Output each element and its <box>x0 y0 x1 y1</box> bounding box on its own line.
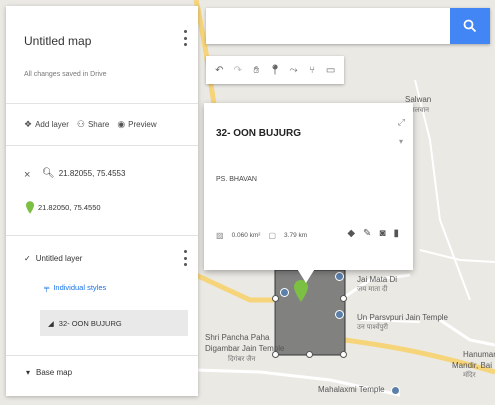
camera-icon[interactable]: ◙ <box>379 228 385 239</box>
feature-info-card: 32- OON BUJURG ⤢ ▾ PS. BHAVAN ▨ 0.060 km… <box>204 103 413 283</box>
map-label-mahalaxmi: Mahalaxmi Temple <box>318 385 385 394</box>
undo-icon[interactable]: ↶ <box>212 65 226 76</box>
eye-icon: ◉ <box>117 119 126 129</box>
poi-marker[interactable] <box>335 310 344 319</box>
map-label-mandir-hindi: मंदिर <box>463 372 476 379</box>
measure-icon[interactable]: ▭ <box>324 65 338 76</box>
feature-title: 32- OON BUJURG <box>216 128 302 139</box>
add-layer-button[interactable]: ❖ Add layer <box>24 119 69 130</box>
map-toolbar: ↶ ↷ ✋︎ 📍︎ ⤳ ⑂ ▭ <box>206 56 344 84</box>
measurements: ▨ 0.060 km² ▢ 3.79 km <box>216 231 307 240</box>
base-map-toggle[interactable]: ▾ Base map <box>26 368 72 377</box>
expand-icon[interactable]: ⤢ <box>398 117 405 128</box>
poi-marker[interactable] <box>280 288 289 297</box>
polygon-icon: ◢ <box>48 318 54 328</box>
green-pin-icon[interactable] <box>294 280 308 302</box>
directions-icon[interactable]: ⑂ <box>305 65 319 76</box>
add-person-icon: ⚇ <box>76 119 85 129</box>
map-label-un-parsvpuri-hindi: उन पार्श्वपुरी <box>357 324 388 331</box>
paint-bucket-icon[interactable]: ◆ <box>347 228 355 239</box>
save-status: All changes saved in Drive <box>24 71 107 78</box>
draw-line-icon[interactable]: ⤳ <box>287 65 301 76</box>
search-results-section: × 🔍︎ 21.82055, 75.4553 21.82050, 75.4550 <box>6 146 198 236</box>
checkmark-icon: ✓ <box>24 254 31 263</box>
map-label-un-parsvpuri: Un Parsvpuri Jain Temple <box>357 313 449 322</box>
map-options-icon[interactable] <box>180 30 190 46</box>
map-actions: ❖ Add layer ⚇ Share ◉ Preview <box>6 104 198 146</box>
map-search-bar <box>206 8 490 44</box>
layer-visibility-checkbox[interactable]: ✓ Untitled layer <box>24 254 82 263</box>
green-pin-icon <box>26 201 34 214</box>
individual-styles-link[interactable]: ╤ Individual styles <box>44 283 106 292</box>
share-button[interactable]: ⚇ Share <box>77 119 109 130</box>
poi-marker[interactable] <box>335 272 344 281</box>
search-result-item[interactable]: 21.82050, 75.4550 <box>26 201 101 214</box>
layer-section: ✓ Untitled layer ╤ Individual styles ◢ 3… <box>6 236 198 356</box>
perimeter-icon: ▢ <box>268 231 277 240</box>
polygon-vertex[interactable] <box>340 295 347 302</box>
search-icon: 🔍︎ <box>42 168 55 179</box>
edit-icon[interactable]: ✎ <box>363 228 371 239</box>
polygon-vertex[interactable] <box>340 351 347 358</box>
map-sidebar: Untitled map All changes saved in Drive … <box>6 6 198 396</box>
map-label-digambar-hindi: दिगंबर जैन <box>228 356 256 363</box>
layer-feature-item[interactable]: ◢ 32- OON BUJURG <box>40 310 188 336</box>
map-label-jai-mata: Jai Mata Di <box>357 275 398 284</box>
base-map-section: ▾ Base map <box>6 356 198 396</box>
search-icon <box>463 19 477 33</box>
area-icon: ▨ <box>216 231 224 240</box>
card-actions: ◆ ✎ ◙ ▮ <box>347 228 399 239</box>
map-label-shri-pancha: Shri Pancha Paha <box>205 333 270 342</box>
map-title-section: Untitled map All changes saved in Drive <box>6 6 198 104</box>
map-label-hanuman: Hanuman <box>463 350 495 359</box>
feature-description: PS. BHAVAN <box>216 176 257 183</box>
more-icon[interactable]: ▾ <box>399 137 403 146</box>
poi-marker[interactable] <box>391 386 400 395</box>
card-pointer <box>296 267 316 283</box>
expand-arrow-icon: ▾ <box>26 368 31 377</box>
add-marker-icon[interactable]: 📍︎ <box>268 65 282 76</box>
polygon-vertex[interactable] <box>272 351 279 358</box>
perimeter-value: 3.79 km <box>284 232 308 239</box>
map-label-jai-mata-hindi: जय माता दी <box>357 286 388 293</box>
redo-icon[interactable]: ↷ <box>231 65 245 76</box>
polygon-vertex[interactable] <box>306 351 313 358</box>
paint-roller-icon: ╤ <box>44 283 50 292</box>
map-title[interactable]: Untitled map <box>24 34 91 48</box>
layer-name[interactable]: Untitled layer <box>36 254 83 263</box>
area-value: 0.060 km² <box>231 232 261 239</box>
layer-options-icon[interactable] <box>180 250 190 266</box>
map-label-mandir: Mandir, Bai <box>452 361 493 370</box>
layers-icon: ❖ <box>24 119 33 129</box>
search-button[interactable] <box>450 8 490 44</box>
search-input[interactable] <box>206 8 450 44</box>
close-icon[interactable]: × <box>24 169 30 181</box>
delete-icon[interactable]: ▮ <box>393 228 399 239</box>
preview-button[interactable]: ◉ Preview <box>117 119 156 130</box>
hand-icon[interactable]: ✋︎ <box>249 65 263 76</box>
search-query: 🔍︎ 21.82055, 75.4553 <box>42 168 126 179</box>
polygon-vertex[interactable] <box>272 295 279 302</box>
